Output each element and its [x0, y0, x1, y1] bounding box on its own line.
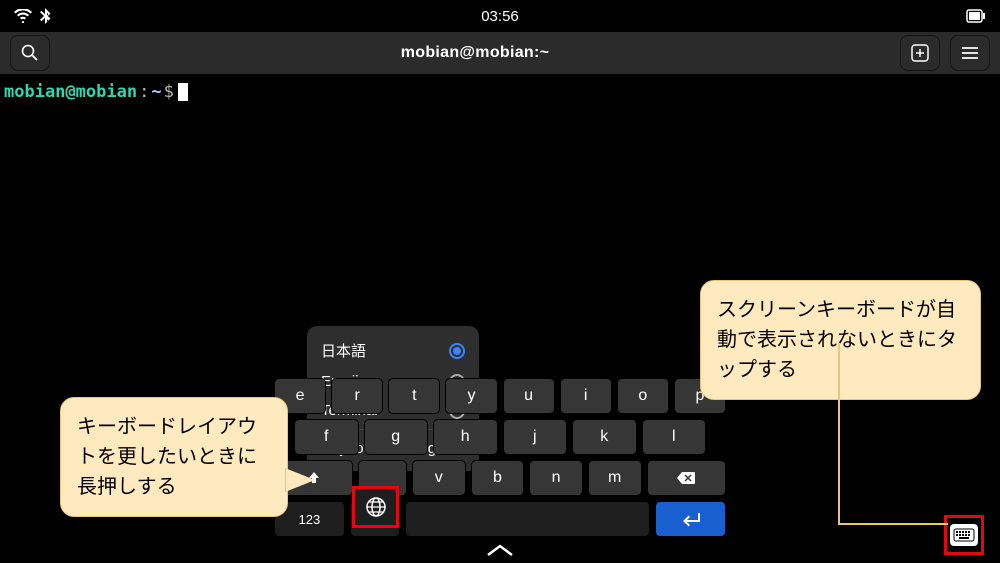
- cursor: [178, 83, 188, 101]
- key-r[interactable]: r: [331, 378, 383, 414]
- key-enter[interactable]: [655, 501, 726, 537]
- header-bar: mobian@mobian:~: [0, 32, 1000, 74]
- key-l[interactable]: l: [642, 419, 707, 455]
- callout-connector: [838, 523, 948, 525]
- key-k[interactable]: k: [572, 419, 637, 455]
- wifi-icon: [14, 9, 32, 23]
- enter-icon: [681, 511, 701, 527]
- window-title: mobian@mobian:~: [401, 44, 550, 62]
- callout-connector: [838, 343, 840, 523]
- key-m[interactable]: m: [588, 460, 642, 496]
- key-row-3: v b n m: [274, 460, 726, 496]
- new-tab-button[interactable]: [900, 35, 940, 71]
- layout-label: 日本語: [321, 340, 366, 361]
- onscreen-keyboard: e r t y u i o p f g h j k l v b n m 123: [274, 378, 726, 542]
- key-space[interactable]: [405, 501, 650, 537]
- prompt-userhost: mobian@mobian: [4, 82, 137, 102]
- prompt-colon: :: [139, 82, 149, 102]
- globe-icon: [365, 496, 387, 518]
- status-bar: 03:56: [0, 0, 1000, 32]
- key-i[interactable]: i: [560, 378, 612, 414]
- plus-box-icon: [911, 44, 929, 62]
- key-f[interactable]: f: [294, 419, 359, 455]
- layout-option-jp[interactable]: 日本語: [307, 334, 479, 367]
- key-backspace[interactable]: [647, 460, 726, 496]
- callout-layout-longpress: キーボードレイアウトを更したいときに長押しする: [60, 397, 288, 517]
- keyboard-icon: [953, 528, 975, 542]
- key-j[interactable]: j: [503, 419, 568, 455]
- prompt-symbol: $: [164, 82, 174, 102]
- key-u[interactable]: u: [503, 378, 555, 414]
- key-h[interactable]: h: [433, 419, 498, 455]
- osk-toggle-button[interactable]: [950, 524, 978, 546]
- key-row-2: f g h j k l: [274, 419, 726, 455]
- hamburger-icon: [961, 46, 979, 60]
- globe-key[interactable]: [355, 489, 396, 525]
- osk-toggle-highlight: [944, 515, 984, 555]
- key-o[interactable]: o: [617, 378, 669, 414]
- callout-text: スクリーンキーボードが自動で表示されないときにタップする: [717, 299, 957, 381]
- callout-osk-tap: スクリーンキーボードが自動で表示されないときにタップする: [700, 280, 981, 400]
- chevron-up-icon: [486, 543, 514, 557]
- clock: 03:56: [481, 8, 519, 25]
- menu-button[interactable]: [950, 35, 990, 71]
- search-button[interactable]: [10, 35, 50, 71]
- key-g[interactable]: g: [364, 419, 429, 455]
- callout-text: キーボードレイアウトを更したいときに長押しする: [77, 416, 257, 498]
- bluetooth-icon: [40, 8, 51, 24]
- key-b[interactable]: b: [471, 460, 525, 496]
- key-y[interactable]: y: [445, 378, 497, 414]
- key-t[interactable]: t: [388, 378, 440, 414]
- terminal-prompt[interactable]: mobian@mobian:~$: [0, 74, 1000, 110]
- battery-icon: [966, 9, 986, 23]
- key-n[interactable]: n: [529, 460, 583, 496]
- backspace-icon: [676, 471, 696, 485]
- key-row-1: e r t y u i o p: [274, 378, 726, 414]
- prompt-path: ~: [151, 82, 161, 102]
- radio-selected-icon: [449, 343, 465, 359]
- nav-handle[interactable]: [486, 543, 514, 557]
- search-icon: [21, 44, 39, 62]
- globe-key-highlight: [352, 486, 399, 528]
- key-row-4: 123: [274, 501, 726, 537]
- key-v[interactable]: v: [412, 460, 466, 496]
